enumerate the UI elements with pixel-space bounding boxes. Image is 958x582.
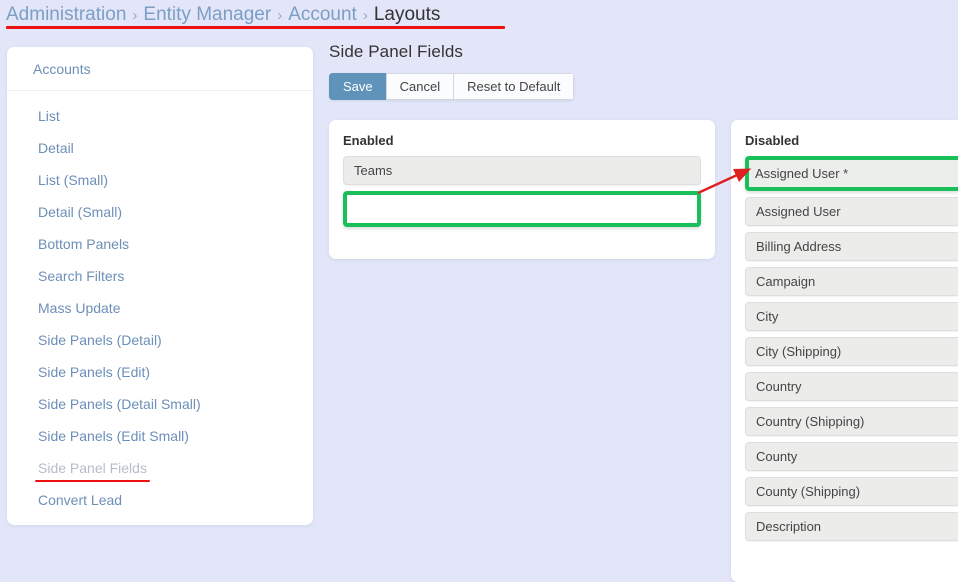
disabled-field-assigned-user-required[interactable]: Assigned User * [745,156,958,191]
disabled-field-campaign[interactable]: Campaign [745,267,958,296]
sidebar-header: Accounts [7,47,313,91]
breadcrumb-separator: › [362,6,368,24]
sidebar-item-list[interactable]: List [7,100,313,132]
cancel-button[interactable]: Cancel [385,73,454,100]
breadcrumb-separator: › [277,6,283,24]
disabled-field-county-shipping[interactable]: County (Shipping) [745,477,958,506]
enabled-empty-dropzone[interactable] [343,191,701,227]
breadcrumb-red-underline-annotation [6,26,505,29]
sidebar-item-label[interactable]: Side Panels (Detail) [38,332,162,348]
sidebar-item-convert-lead[interactable]: Convert Lead [7,484,313,516]
sidebar-item-label[interactable]: Bottom Panels [38,236,129,252]
enabled-fields-panel: Enabled Teams [329,120,715,259]
breadcrumb-item-entity-manager[interactable]: Entity Manager [143,4,271,26]
sidebar-item-detail[interactable]: Detail [7,132,313,164]
disabled-fields-panel: Disabled Assigned User * Assigned User B… [731,120,958,582]
sidebar-item-side-panels-edit-small[interactable]: Side Panels (Edit Small) [7,420,313,452]
disabled-field-country-shipping[interactable]: Country (Shipping) [745,407,958,436]
sidebar-item-side-panels-detail-small[interactable]: Side Panels (Detail Small) [7,388,313,420]
sidebar-item-label[interactable]: Side Panels (Edit) [38,364,150,380]
sidebar-item-label[interactable]: Mass Update [38,300,120,316]
sidebar-item-red-underline-annotation [35,480,150,482]
disabled-field-description[interactable]: Description [745,512,958,541]
sidebar-item-label[interactable]: Side Panels (Edit Small) [38,428,189,444]
enabled-panel-label: Enabled [343,133,394,148]
sidebar-item-detail-small[interactable]: Detail (Small) [7,196,313,228]
sidebar-item-label[interactable]: List (Small) [38,172,108,188]
breadcrumb-separator: › [132,6,138,24]
sidebar-panel: Accounts List Detail List (Small) Detail… [7,47,313,525]
page-title: Side Panel Fields [329,42,463,61]
sidebar-item-label[interactable]: Side Panel Fields [38,460,147,476]
sidebar-item-side-panels-detail[interactable]: Side Panels (Detail) [7,324,313,356]
action-button-group: Save Cancel Reset to Default [329,73,575,100]
breadcrumb-item-account[interactable]: Account [288,4,357,26]
disabled-field-county[interactable]: County [745,442,958,471]
disabled-field-assigned-user[interactable]: Assigned User [745,197,958,226]
sidebar-header-title: Accounts [33,60,91,77]
sidebar-item-mass-update[interactable]: Mass Update [7,292,313,324]
sidebar-item-list-small[interactable]: List (Small) [7,164,313,196]
disabled-panel-label: Disabled [745,133,800,148]
disabled-field-city-shipping[interactable]: City (Shipping) [745,337,958,366]
main-content: Side Panel Fields Save Cancel Reset to D… [329,42,958,582]
sidebar-item-side-panels-edit[interactable]: Side Panels (Edit) [7,356,313,388]
sidebar-item-label[interactable]: Detail (Small) [38,204,122,220]
sidebar-item-label[interactable]: Convert Lead [38,492,122,508]
disabled-field-billing-address[interactable]: Billing Address [745,232,958,261]
sidebar-item-label[interactable]: Detail [38,140,74,156]
disabled-field-city[interactable]: City [745,302,958,331]
disabled-field-country[interactable]: Country [745,372,958,401]
breadcrumb-item-layouts: Layouts [373,4,441,25]
sidebar-item-side-panel-fields[interactable]: Side Panel Fields [7,452,313,484]
breadcrumb-item-administration[interactable]: Administration [6,4,126,26]
sidebar-item-label[interactable]: Search Filters [38,268,124,284]
sidebar-item-label[interactable]: Side Panels (Detail Small) [38,396,201,412]
sidebar-item-label[interactable]: List [38,108,60,124]
enabled-field-teams[interactable]: Teams [343,156,701,185]
sidebar-item-search-filters[interactable]: Search Filters [7,260,313,292]
sidebar-list: List Detail List (Small) Detail (Small) … [7,91,313,516]
save-button[interactable]: Save [329,73,386,100]
reset-to-default-button[interactable]: Reset to Default [453,73,575,100]
sidebar-item-bottom-panels[interactable]: Bottom Panels [7,228,313,260]
